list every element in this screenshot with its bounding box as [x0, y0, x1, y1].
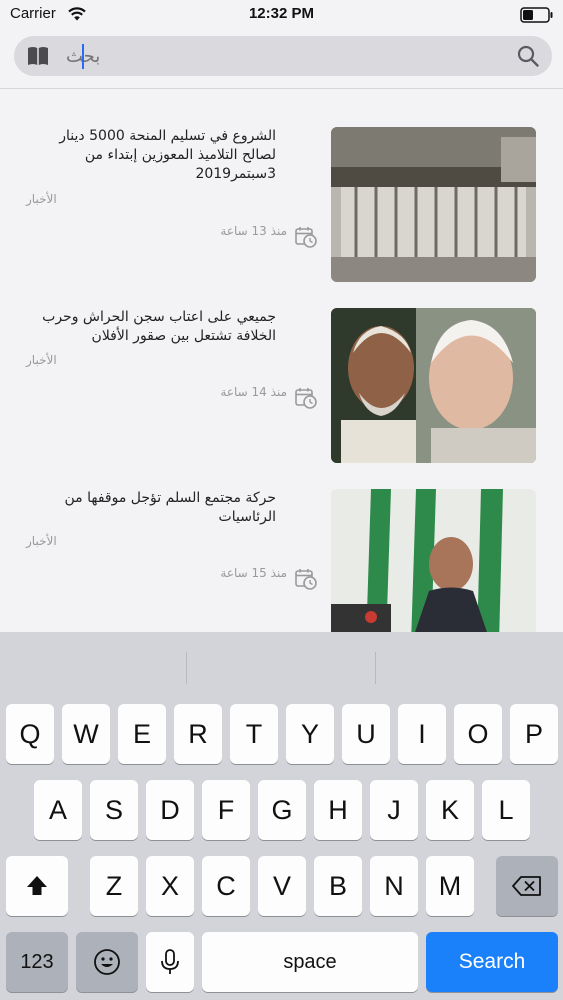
key-g[interactable]: G — [258, 780, 306, 840]
key-n[interactable]: N — [370, 856, 418, 916]
key-i[interactable]: I — [398, 704, 446, 764]
key-w[interactable]: W — [62, 704, 110, 764]
key-l[interactable]: L — [482, 780, 530, 840]
key-f[interactable]: F — [202, 780, 250, 840]
key-z[interactable]: Z — [90, 856, 138, 916]
search-key[interactable]: Search — [426, 932, 558, 992]
shift-arrow-icon — [27, 876, 47, 895]
calendar-clock-icon — [295, 388, 317, 409]
news-item[interactable]: جميعي على اعتاب سجن الحراش وحرب الخلافة … — [0, 308, 563, 478]
search-icon[interactable] — [516, 44, 540, 68]
emoji-icon — [94, 949, 120, 975]
press-conference-photo — [331, 489, 536, 644]
news-title[interactable]: جميعي على اعتاب سجن الحراش وحرب الخلافة … — [26, 308, 276, 346]
dictation-key[interactable] — [146, 932, 194, 992]
key-c[interactable]: C — [202, 856, 250, 916]
news-category: الأخبار — [26, 353, 57, 367]
key-e[interactable]: E — [118, 704, 166, 764]
suggestion-divider — [375, 652, 376, 684]
news-item[interactable]: الشروع في تسليم المنحة 5000 دينار لصالح … — [0, 127, 563, 297]
news-category: الأخبار — [26, 192, 57, 206]
news-title[interactable]: الشروع في تسليم المنحة 5000 دينار لصالح … — [26, 127, 276, 184]
text-caret — [82, 44, 84, 69]
keyboard: Q W E R T Y U I O P A S D F G H J K L Z … — [0, 632, 563, 1000]
key-q[interactable]: Q — [6, 704, 54, 764]
status-bar: Carrier 12:32 PM — [0, 0, 563, 30]
news-thumbnail[interactable] — [331, 489, 536, 644]
key-s[interactable]: S — [90, 780, 138, 840]
key-m[interactable]: M — [426, 856, 474, 916]
backspace-icon — [512, 876, 541, 896]
calendar-clock-icon — [295, 569, 317, 590]
numbers-key[interactable]: 123 — [6, 932, 68, 992]
news-thumbnail[interactable] — [331, 127, 536, 282]
status-time: 12:32 PM — [248, 5, 315, 22]
key-d[interactable]: D — [146, 780, 194, 840]
news-category: الأخبار — [26, 534, 57, 548]
portraits-photo — [331, 308, 536, 463]
news-thumbnail[interactable] — [331, 308, 536, 463]
key-h[interactable]: H — [314, 780, 362, 840]
suggestion-bar[interactable] — [0, 632, 563, 702]
search-input[interactable] — [66, 40, 506, 72]
search-divider — [0, 88, 563, 89]
calendar-clock-icon — [295, 227, 317, 248]
microphone-icon — [161, 949, 179, 974]
news-time: منذ 13 ساعة — [220, 224, 287, 238]
key-v[interactable]: V — [258, 856, 306, 916]
search-bar[interactable] — [14, 36, 552, 76]
ministry-building-photo — [331, 127, 536, 282]
key-x[interactable]: X — [146, 856, 194, 916]
key-t[interactable]: T — [230, 704, 278, 764]
emoji-key[interactable] — [76, 932, 138, 992]
bookmarks-icon[interactable] — [26, 45, 50, 67]
battery-icon — [520, 7, 553, 23]
key-u[interactable]: U — [342, 704, 390, 764]
key-b[interactable]: B — [314, 856, 362, 916]
key-j[interactable]: J — [370, 780, 418, 840]
suggestion-divider — [186, 652, 187, 684]
key-o[interactable]: O — [454, 704, 502, 764]
news-time: منذ 15 ساعة — [220, 566, 287, 580]
news-title[interactable]: حركة مجتمع السلم تؤجل موقفها من الرئاسيا… — [26, 489, 276, 527]
key-k[interactable]: K — [426, 780, 474, 840]
news-time: منذ 14 ساعة — [220, 385, 287, 399]
key-a[interactable]: A — [34, 780, 82, 840]
backspace-key[interactable] — [496, 856, 558, 916]
space-key[interactable]: space — [202, 932, 418, 992]
key-y[interactable]: Y — [286, 704, 334, 764]
shift-key[interactable] — [6, 856, 68, 916]
key-p[interactable]: P — [510, 704, 558, 764]
key-r[interactable]: R — [174, 704, 222, 764]
